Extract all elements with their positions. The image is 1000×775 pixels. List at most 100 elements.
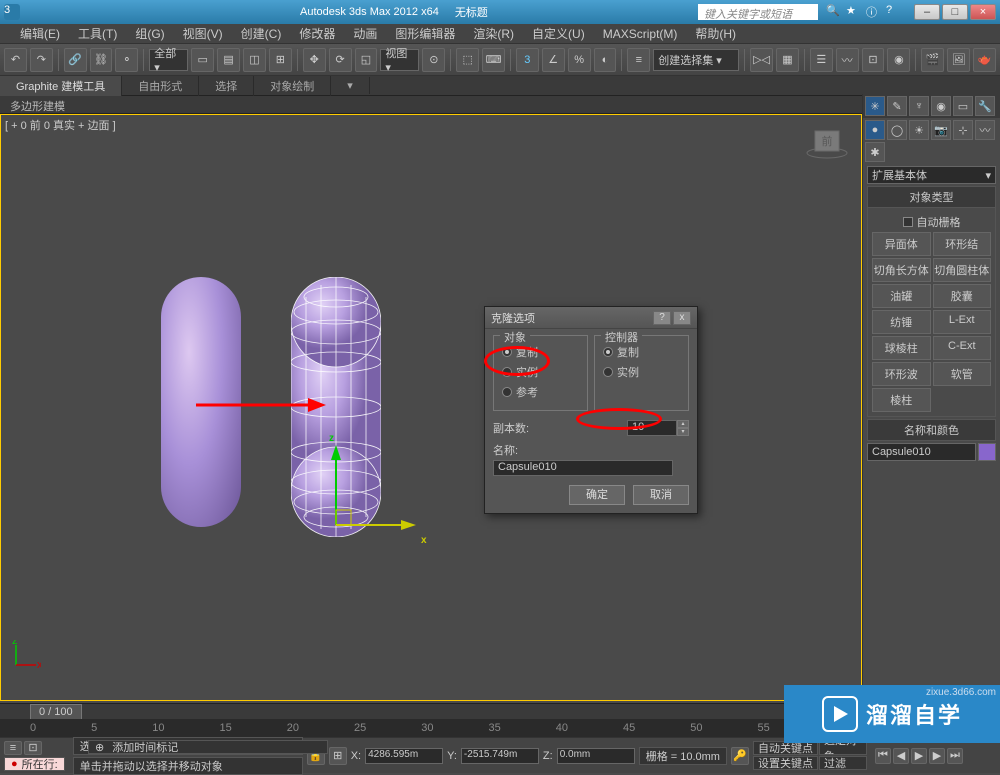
ctrl-radio-copy[interactable]: 复制 (603, 342, 680, 362)
radio-copy[interactable]: 复制 (502, 342, 579, 362)
menu-render[interactable]: 渲染(R) (473, 25, 514, 42)
named-selection-combo[interactable]: 创建选择集 ▾ (653, 49, 739, 71)
prim-oiltank[interactable]: 油罐 (872, 284, 931, 308)
viewport-label[interactable]: [ + 0 前 0 真实 + 边面 ] (5, 117, 116, 133)
select-region-button[interactable]: ◫ (243, 48, 266, 72)
script-listener-icon[interactable]: ≡ (4, 741, 22, 755)
copies-input[interactable]: 10 (627, 420, 677, 436)
object-name-input[interactable]: Capsule010 (867, 443, 976, 461)
menu-edit[interactable]: 编辑(E) (20, 25, 60, 42)
menu-help[interactable]: 帮助(H) (695, 25, 736, 42)
next-frame-icon[interactable]: ▶ (929, 748, 945, 764)
ribbon-expand-icon[interactable]: ▾ (331, 77, 370, 94)
named-selset-icon[interactable]: ≡ (627, 48, 650, 72)
prim-prism[interactable]: 棱柱 (872, 388, 931, 412)
info-icon[interactable]: ⓘ (866, 4, 882, 20)
viewcube[interactable]: 前 (805, 123, 849, 159)
dialog-titlebar[interactable]: 克隆选项 ? x (485, 307, 697, 329)
angle-snap-button[interactable]: ∠ (542, 48, 565, 72)
goto-end-icon[interactable]: ⏭ (947, 748, 963, 764)
front-viewport[interactable]: [ + 0 前 0 真实 + 边面 ] 前 (0, 114, 862, 701)
create-tab-icon[interactable]: ✳ (865, 96, 885, 116)
menu-tools[interactable]: 工具(T) (78, 25, 117, 42)
keyboard-shortcut-button[interactable]: ⌨ (482, 48, 505, 72)
window-crossing-button[interactable]: ⊞ (269, 48, 292, 72)
dialog-close-button[interactable]: x (673, 311, 691, 325)
menu-graph-editor[interactable]: 图形编辑器 (395, 25, 455, 42)
prev-frame-icon[interactable]: ◀ (893, 748, 909, 764)
ref-coord-combo[interactable]: 视图 ▾ (380, 49, 419, 71)
minimize-button[interactable]: – (914, 4, 940, 20)
spinner-down-icon[interactable]: ▾ (677, 428, 689, 436)
utilities-tab-icon[interactable]: 🔧 (975, 96, 995, 116)
clone-name-input[interactable]: Capsule010 (493, 460, 673, 476)
capsule-original[interactable] (161, 277, 241, 527)
spinner-snap-button[interactable]: ◐ (594, 48, 617, 72)
hierarchy-tab-icon[interactable]: ♆ (909, 96, 929, 116)
lights-subtab-icon[interactable]: ☀ (909, 120, 929, 140)
scale-button[interactable]: ◱ (355, 48, 378, 72)
menu-view[interactable]: 视图(V) (183, 25, 223, 42)
y-coord-input[interactable]: -2515.749m (461, 748, 539, 764)
cancel-button[interactable]: 取消 (633, 485, 689, 505)
z-coord-input[interactable]: 0.0mm (557, 748, 635, 764)
motion-tab-icon[interactable]: ◉ (931, 96, 951, 116)
key-target-combo[interactable]: 选定对象 (819, 741, 867, 755)
close-button[interactable]: × (970, 4, 996, 20)
prim-gengon[interactable]: 球棱柱 (872, 336, 931, 360)
copies-spinner[interactable]: 10 ▴▾ (627, 420, 689, 436)
shapes-subtab-icon[interactable]: ◯ (887, 120, 907, 140)
cameras-subtab-icon[interactable]: 📷 (931, 120, 951, 140)
help-search-input[interactable]: 键入关键字或短语 (698, 4, 818, 20)
ribbon-tab-selection[interactable]: 选择 (199, 76, 254, 96)
ribbon-tab-paint[interactable]: 对象绘制 (254, 76, 331, 96)
ok-button[interactable]: 确定 (569, 485, 625, 505)
prim-ringwave[interactable]: 环形波 (872, 362, 931, 386)
menu-maxscript[interactable]: MAXScript(M) (603, 27, 678, 41)
undo-button[interactable]: ↶ (4, 48, 27, 72)
modify-tab-icon[interactable]: ✎ (887, 96, 907, 116)
key-filter-button[interactable]: 关键点过滤器... (819, 756, 867, 770)
prim-chamfercyl[interactable]: 切角圆柱体 (933, 258, 992, 282)
prim-lext[interactable]: L-Ext (933, 310, 992, 334)
helpers-subtab-icon[interactable]: ⊹ (953, 120, 973, 140)
rotate-button[interactable]: ⟳ (329, 48, 352, 72)
bind-button[interactable]: ⚬ (115, 48, 138, 72)
systems-subtab-icon[interactable]: ✱ (865, 142, 885, 162)
spinner-up-icon[interactable]: ▴ (677, 420, 689, 428)
timeline-ruler[interactable]: 051015202530354045505560 (0, 719, 862, 737)
spacewarps-subtab-icon[interactable]: 〰 (975, 120, 995, 140)
play-icon[interactable]: ▶ (911, 748, 927, 764)
selection-filter-combo[interactable]: 全部 ▾ (149, 49, 188, 71)
time-slider[interactable]: 0 / 100 (0, 703, 862, 719)
setkey-button[interactable]: 设置关键点 (753, 756, 818, 770)
menu-animation[interactable]: 动画 (353, 25, 377, 42)
prim-chamferbox[interactable]: 切角长方体 (872, 258, 931, 282)
autogrid-checkbox[interactable]: 自动栅格 (872, 212, 991, 232)
frame-indicator[interactable]: 0 / 100 (30, 704, 82, 720)
layer-button[interactable]: ☰ (810, 48, 833, 72)
radio-instance[interactable]: 实例 (502, 362, 579, 382)
help-icon[interactable]: ? (886, 4, 902, 20)
transform-type-in-icon[interactable]: ⊞ (329, 747, 347, 765)
prim-hose[interactable]: 软管 (933, 362, 992, 386)
name-color-rollout-header[interactable]: 名称和颜色 (867, 419, 996, 441)
display-tab-icon[interactable]: ▭ (953, 96, 973, 116)
ctrl-radio-instance[interactable]: 实例 (603, 362, 680, 382)
pivot-button[interactable]: ⊙ (422, 48, 445, 72)
maximize-button[interactable]: □ (942, 4, 968, 20)
dialog-help-button[interactable]: ? (653, 311, 671, 325)
star-icon[interactable]: ★ (846, 4, 862, 20)
schematic-button[interactable]: ⊡ (862, 48, 885, 72)
app-icon[interactable]: 3 (4, 4, 20, 20)
ribbon-tab-modeling[interactable]: Graphite 建模工具 (0, 76, 122, 96)
time-tag-button[interactable]: ⊕添加时间标记 (88, 740, 328, 754)
render-button[interactable]: 🫖 (973, 48, 996, 72)
category-dropdown[interactable]: 扩展基本体▾ (867, 166, 996, 184)
search-icon[interactable]: 🔍 (826, 4, 842, 20)
autokey-button[interactable]: 自动关键点 (753, 741, 818, 755)
ribbon-subpanel[interactable]: 多边形建模 (0, 96, 1000, 114)
ribbon-tab-freeform[interactable]: 自由形式 (122, 76, 199, 96)
unlink-button[interactable]: ⛓ (90, 48, 113, 72)
prim-cext[interactable]: C-Ext (933, 336, 992, 360)
